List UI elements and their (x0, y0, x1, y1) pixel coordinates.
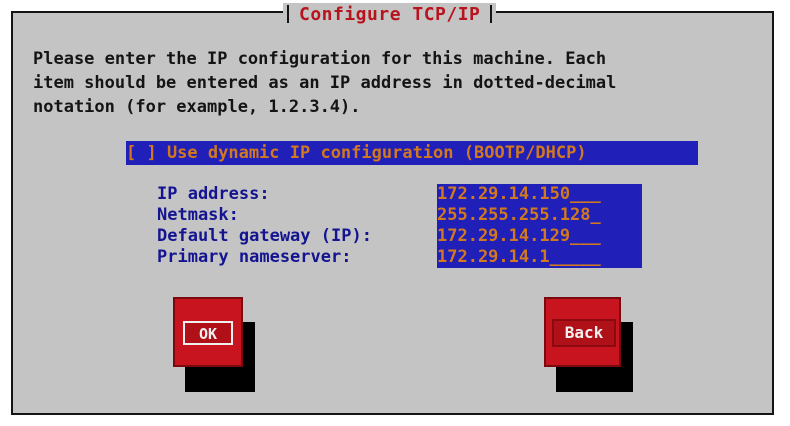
default-gateway-label: Default gateway (IP): (157, 226, 372, 246)
primary-nameserver-row: Primary nameserver: 172.29.14.1_____ (157, 247, 647, 268)
intro-text: Please enter the IP configuration for th… (33, 49, 617, 117)
default-gateway-row: Default gateway (IP): 172.29.14.129___ (157, 226, 647, 247)
ip-address-row: IP address: 172.29.14.150___ (157, 184, 647, 205)
ip-config-form: IP address: 172.29.14.150___ Netmask: 25… (157, 184, 647, 268)
back-button-label: Back (564, 323, 604, 342)
ok-button[interactable]: OK (173, 297, 243, 367)
netmask-input[interactable]: 255.255.255.128_ (437, 205, 642, 226)
netmask-row: Netmask: 255.255.255.128_ (157, 205, 647, 226)
primary-nameserver-input[interactable]: 172.29.14.1_____ (437, 247, 642, 268)
configure-tcpip-dialog: Configure TCP/IP Please enter the IP con… (11, 3, 774, 415)
back-button-group: Back (544, 297, 633, 392)
title-bar-right-tick (490, 5, 493, 23)
back-button[interactable]: Back (544, 297, 621, 367)
ok-button-label: OK (198, 325, 218, 343)
dialog-title-bar: Configure TCP/IP (283, 3, 497, 25)
dhcp-checkbox[interactable]: [ ] Use dynamic IP configuration (BOOTP/… (126, 141, 698, 165)
netmask-label: Netmask: (157, 205, 239, 225)
ip-address-input[interactable]: 172.29.14.150___ (437, 184, 642, 205)
dialog-title: Configure TCP/IP (299, 3, 481, 25)
ip-address-label: IP address: (157, 184, 270, 204)
primary-nameserver-label: Primary nameserver: (157, 247, 352, 267)
default-gateway-input[interactable]: 172.29.14.129___ (437, 226, 642, 247)
ok-button-focus-frame: OK (183, 321, 233, 345)
back-button-frame: Back (552, 319, 616, 347)
ok-button-group: OK (173, 297, 255, 392)
